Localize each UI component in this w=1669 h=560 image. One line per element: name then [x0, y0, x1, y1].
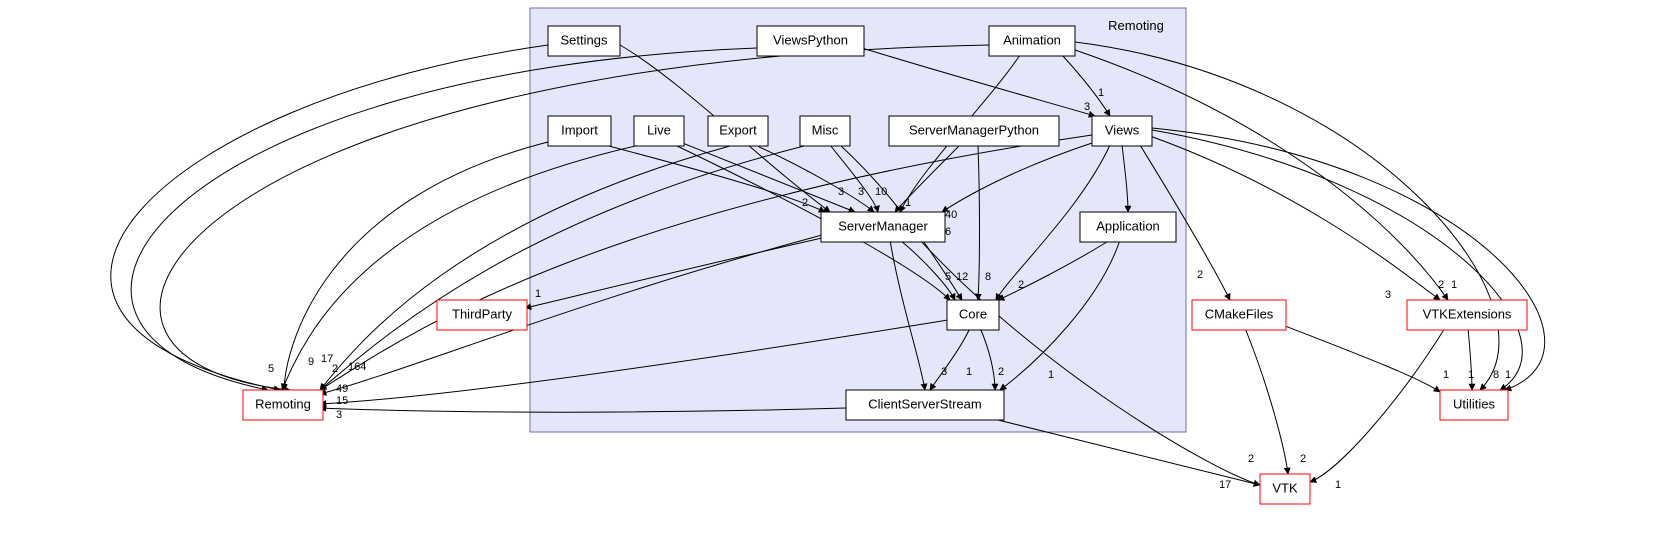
- node-Views[interactable]: Views: [1092, 116, 1152, 146]
- node-CMakeFiles[interactable]: CMakeFiles: [1192, 300, 1286, 330]
- node-ServerManagerPython[interactable]: ServerManagerPython: [889, 116, 1059, 146]
- node-Settings[interactable]: Settings: [548, 26, 620, 56]
- edge-VTKExtensions-VTK: [1310, 328, 1445, 482]
- edge-label-VTKExtensions-VTK: 1: [1335, 479, 1341, 491]
- edge-CMakeFiles-VTK: [1245, 328, 1288, 474]
- edge-label-Views-VTKExtensions: 3: [1385, 289, 1391, 301]
- node-Import[interactable]: Import: [548, 116, 611, 146]
- edge-VTKExtensions-Utilities: [1468, 328, 1472, 390]
- node-Animation[interactable]: Animation: [989, 26, 1075, 56]
- edge-label-Views-CMakeFiles: 2: [1197, 269, 1203, 281]
- edge-Views-VTKExtensions: [1150, 136, 1440, 300]
- edge-label-ClientServerStream-RemotingExt: 3: [336, 409, 342, 421]
- node-Live[interactable]: Live: [634, 116, 684, 146]
- edge-label-Core-RemotingExt: 15: [336, 395, 348, 407]
- node-VTK[interactable]: VTK: [1260, 474, 1310, 504]
- node-Misc[interactable]: Misc: [800, 116, 850, 146]
- node-RemotingExt[interactable]: Remoting: [243, 390, 323, 420]
- node-Export[interactable]: Export: [708, 116, 768, 146]
- edge-label-Views-Utilities: 1: [1505, 369, 1511, 381]
- edge-label-Animation-VTKExtensions: 2: [1438, 279, 1444, 291]
- edge-label-Settings-RemotingExt: 5: [268, 363, 274, 375]
- node-Utilities[interactable]: Utilities: [1440, 390, 1508, 420]
- node-ServerManager[interactable]: ServerManager: [821, 212, 945, 242]
- edge-label-ServerManager-VTK: 17: [1219, 479, 1231, 491]
- edge-label-CMakeFiles-Utilities: 1: [1443, 369, 1449, 381]
- node-ThirdParty[interactable]: ThirdParty: [437, 300, 527, 330]
- edge-Import-RemotingExt: [284, 142, 548, 390]
- edge-label-Animation-RemotingExt: 9: [308, 356, 314, 368]
- edge-label-CMakeFiles-VTK: 2: [1300, 453, 1306, 465]
- node-VTKExtensions[interactable]: VTKExtensions: [1407, 300, 1527, 330]
- node-Core[interactable]: Core: [947, 300, 999, 330]
- edge-CMakeFiles-Utilities: [1280, 324, 1440, 392]
- edge-label-ClientServerStream-VTK: 2: [1248, 453, 1254, 465]
- edge-Settings-RemotingExt: [111, 45, 548, 390]
- dependency-graph: Remoting 2531121933101712284062381164549…: [0, 0, 1669, 560]
- node-Application[interactable]: Application: [1080, 212, 1176, 242]
- node-ViewsPython[interactable]: ViewsPython: [757, 26, 864, 56]
- edge-label-Export-RemotingExt: 17: [321, 353, 333, 365]
- edge-Views-Utilities: [1152, 130, 1522, 390]
- node-ClientServerStream[interactable]: ClientServerStream: [846, 390, 1004, 420]
- edge-label-Animation-Utilities: 1: [1451, 279, 1457, 291]
- edge-label-Views-Utilities: 8: [1493, 369, 1499, 381]
